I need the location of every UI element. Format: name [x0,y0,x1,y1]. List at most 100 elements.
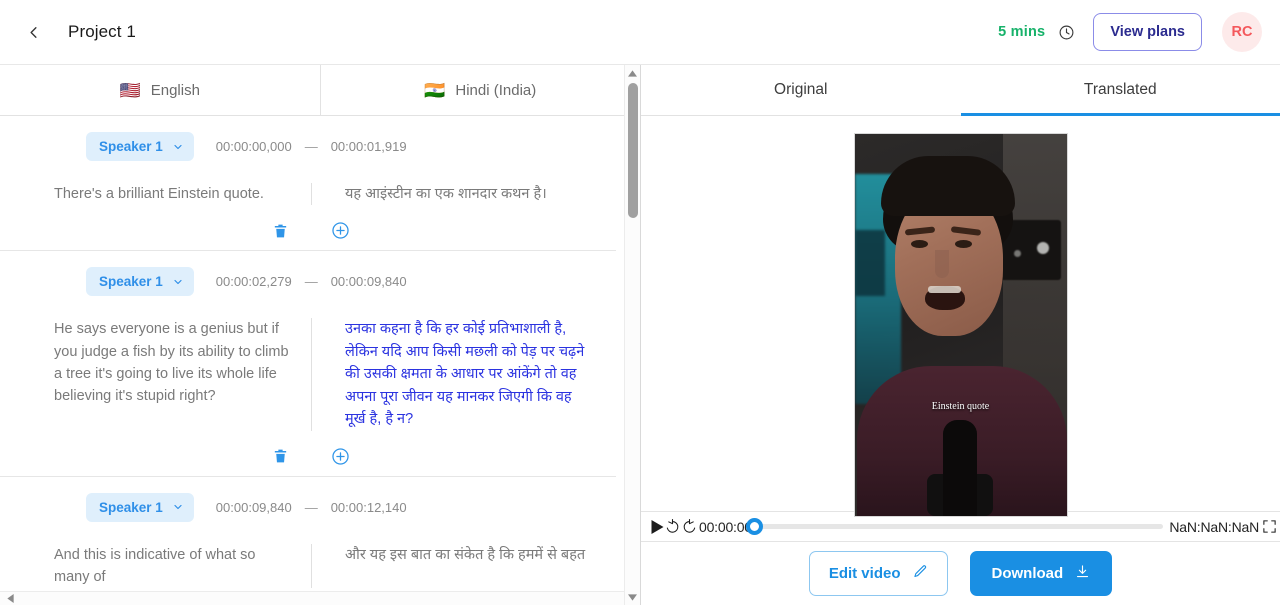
time-separator: — [304,499,318,515]
transcript-list: Speaker 1 00:00:00,000 — 00:00:01,919 Th… [0,116,640,591]
chevron-down-icon [172,276,184,288]
segment-start-time[interactable]: 00:00:02,279 [216,274,292,289]
plus-circle-icon[interactable] [331,221,350,240]
app-root: Project 1 5 mins View plans RC 🇺🇸 Englis… [0,0,1280,605]
segment-timecodes: 00:00:02,279 — 00:00:09,840 [216,274,407,289]
video-subject-eye-left [910,240,928,248]
segment-header: Speaker 1 00:00:00,000 — 00:00:01,919 [0,132,616,161]
table-row: Speaker 1 00:00:00,000 — 00:00:01,919 Th… [0,116,616,252]
segment-timecodes: 00:00:09,840 — 00:00:12,140 [216,500,407,515]
seek-thumb[interactable] [745,518,763,535]
segment-end-time[interactable]: 00:00:09,840 [331,274,407,289]
video-caption-overlay: Einstein quote [931,401,990,412]
tab-target-language[interactable]: 🇮🇳 Hindi (India) [319,65,640,115]
segment-end-time[interactable]: 00:00:12,140 [331,500,407,515]
video-player[interactable]: Einstein quote [853,133,1068,517]
segment-body: There's a brilliant Einstein quote. यह आ… [0,183,616,206]
clock-icon [1057,23,1075,41]
caret-down-icon[interactable] [625,589,641,605]
language-tab-bar: 🇺🇸 English 🇮🇳 Hindi (India) [0,65,640,116]
tab-target-language-label: Hindi (India) [455,81,537,99]
caret-up-icon[interactable] [625,65,641,81]
preview-pane: Original Translated Einstein quote 00:00… [641,65,1280,605]
tab-source-language-label: English [150,81,200,99]
trash-icon[interactable] [272,447,289,466]
edit-video-label: Edit video [828,565,901,582]
segment-start-time[interactable]: 00:00:00,000 [216,139,292,154]
speaker-label: Speaker 1 [99,139,163,154]
segment-target-text[interactable]: और यह इस बात का संकेत है कि हममें से बहत [311,543,616,588]
segment-body: He says everyone is a genius but if you … [0,318,616,431]
segment-end-time[interactable]: 00:00:01,919 [331,139,407,154]
body-split: 🇺🇸 English 🇮🇳 Hindi (India) Speaker 1 00… [0,65,1280,605]
india-flag-icon: 🇮🇳 [424,80,446,100]
video-rack-knob [1036,242,1049,254]
video-subject-teeth [927,286,961,293]
tab-translated[interactable]: Translated [960,65,1280,116]
total-duration: NaN:NaN:NaN [1169,518,1259,535]
segment-actions [0,447,616,466]
view-plans-button[interactable]: View plans [1093,13,1202,51]
segment-target-text[interactable]: यह आइंस्टीन का एक शानदार कथन है। [311,183,616,206]
pencil-icon [913,564,928,583]
speaker-label: Speaker 1 [99,499,163,515]
chevron-down-icon [172,501,184,513]
video-area: Einstein quote [641,116,1280,517]
footer-actions: Edit video Download [641,542,1280,605]
forward-10-icon[interactable] [681,518,698,535]
transcript-horizontal-scrollbar[interactable] [0,591,640,605]
segment-start-time[interactable]: 00:00:09,840 [216,500,292,515]
video-shelf-shadow [854,230,885,296]
avatar[interactable]: RC [1222,12,1262,52]
segment-body: And this is indicative of what so many o… [0,543,616,588]
view-tab-bar: Original Translated [641,65,1280,116]
fullscreen-icon[interactable] [1262,519,1277,534]
rewind-10-icon[interactable] [664,518,681,535]
speaker-select[interactable]: Speaker 1 [86,267,194,297]
segment-source-text[interactable]: And this is indicative of what so many o… [0,544,311,588]
edit-video-button[interactable]: Edit video [808,551,948,596]
segment-timecodes: 00:00:00,000 — 00:00:01,919 [216,139,407,154]
caret-left-icon[interactable] [3,594,17,603]
video-subject-hair-front [880,156,1015,216]
download-button[interactable]: Download [969,551,1113,596]
chevron-left-icon [29,26,37,38]
tab-original[interactable]: Original [641,65,961,115]
current-time: 00:00:00 [699,518,752,535]
segment-source-text[interactable]: There's a brilliant Einstein quote. [0,183,311,205]
segment-source-text[interactable]: He says everyone is a genius but if you … [0,318,311,430]
download-label: Download [991,565,1064,582]
segment-header: Speaker 1 00:00:09,840 — 00:00:12,140 [0,492,616,522]
download-icon [1075,564,1090,583]
seek-slider[interactable] [745,518,1164,535]
transcript-vertical-scrollbar[interactable] [624,65,640,605]
plus-circle-icon[interactable] [331,447,350,466]
segment-header: Speaker 1 00:00:02,279 — 00:00:09,840 [0,267,616,297]
tab-source-language[interactable]: 🇺🇸 English [0,65,320,115]
trash-icon[interactable] [272,221,289,240]
video-microphone [942,420,977,516]
speaker-label: Speaker 1 [99,274,163,290]
table-row: Speaker 1 00:00:09,840 — 00:00:12,140 An… [0,477,616,591]
app-header: Project 1 5 mins View plans RC [0,0,1280,65]
time-separator: — [304,274,318,290]
time-separator: — [304,139,318,154]
credits-remaining: 5 mins [998,24,1046,40]
us-flag-icon: 🇺🇸 [119,80,141,100]
scroll-thumb[interactable] [627,83,638,218]
chevron-down-icon [172,141,184,153]
video-subject-nose [934,250,949,278]
video-subject-eye-right [954,240,972,248]
speaker-select[interactable]: Speaker 1 [86,132,194,161]
segment-actions [0,221,616,240]
table-row: Speaker 1 00:00:02,279 — 00:00:09,840 He… [0,251,616,477]
scroll-track[interactable] [625,81,641,589]
play-icon[interactable] [651,519,664,534]
speaker-select[interactable]: Speaker 1 [86,492,194,522]
back-button[interactable] [18,17,48,47]
video-rack-knob-small [1013,250,1021,257]
transcript-pane: 🇺🇸 English 🇮🇳 Hindi (India) Speaker 1 00… [0,65,641,605]
segment-target-text[interactable]: उनका कहना है कि हर कोई प्रतिभाशाली है, ल… [311,318,616,431]
header-right-group: 5 mins View plans RC [998,12,1262,52]
page-title: Project 1 [68,22,136,41]
